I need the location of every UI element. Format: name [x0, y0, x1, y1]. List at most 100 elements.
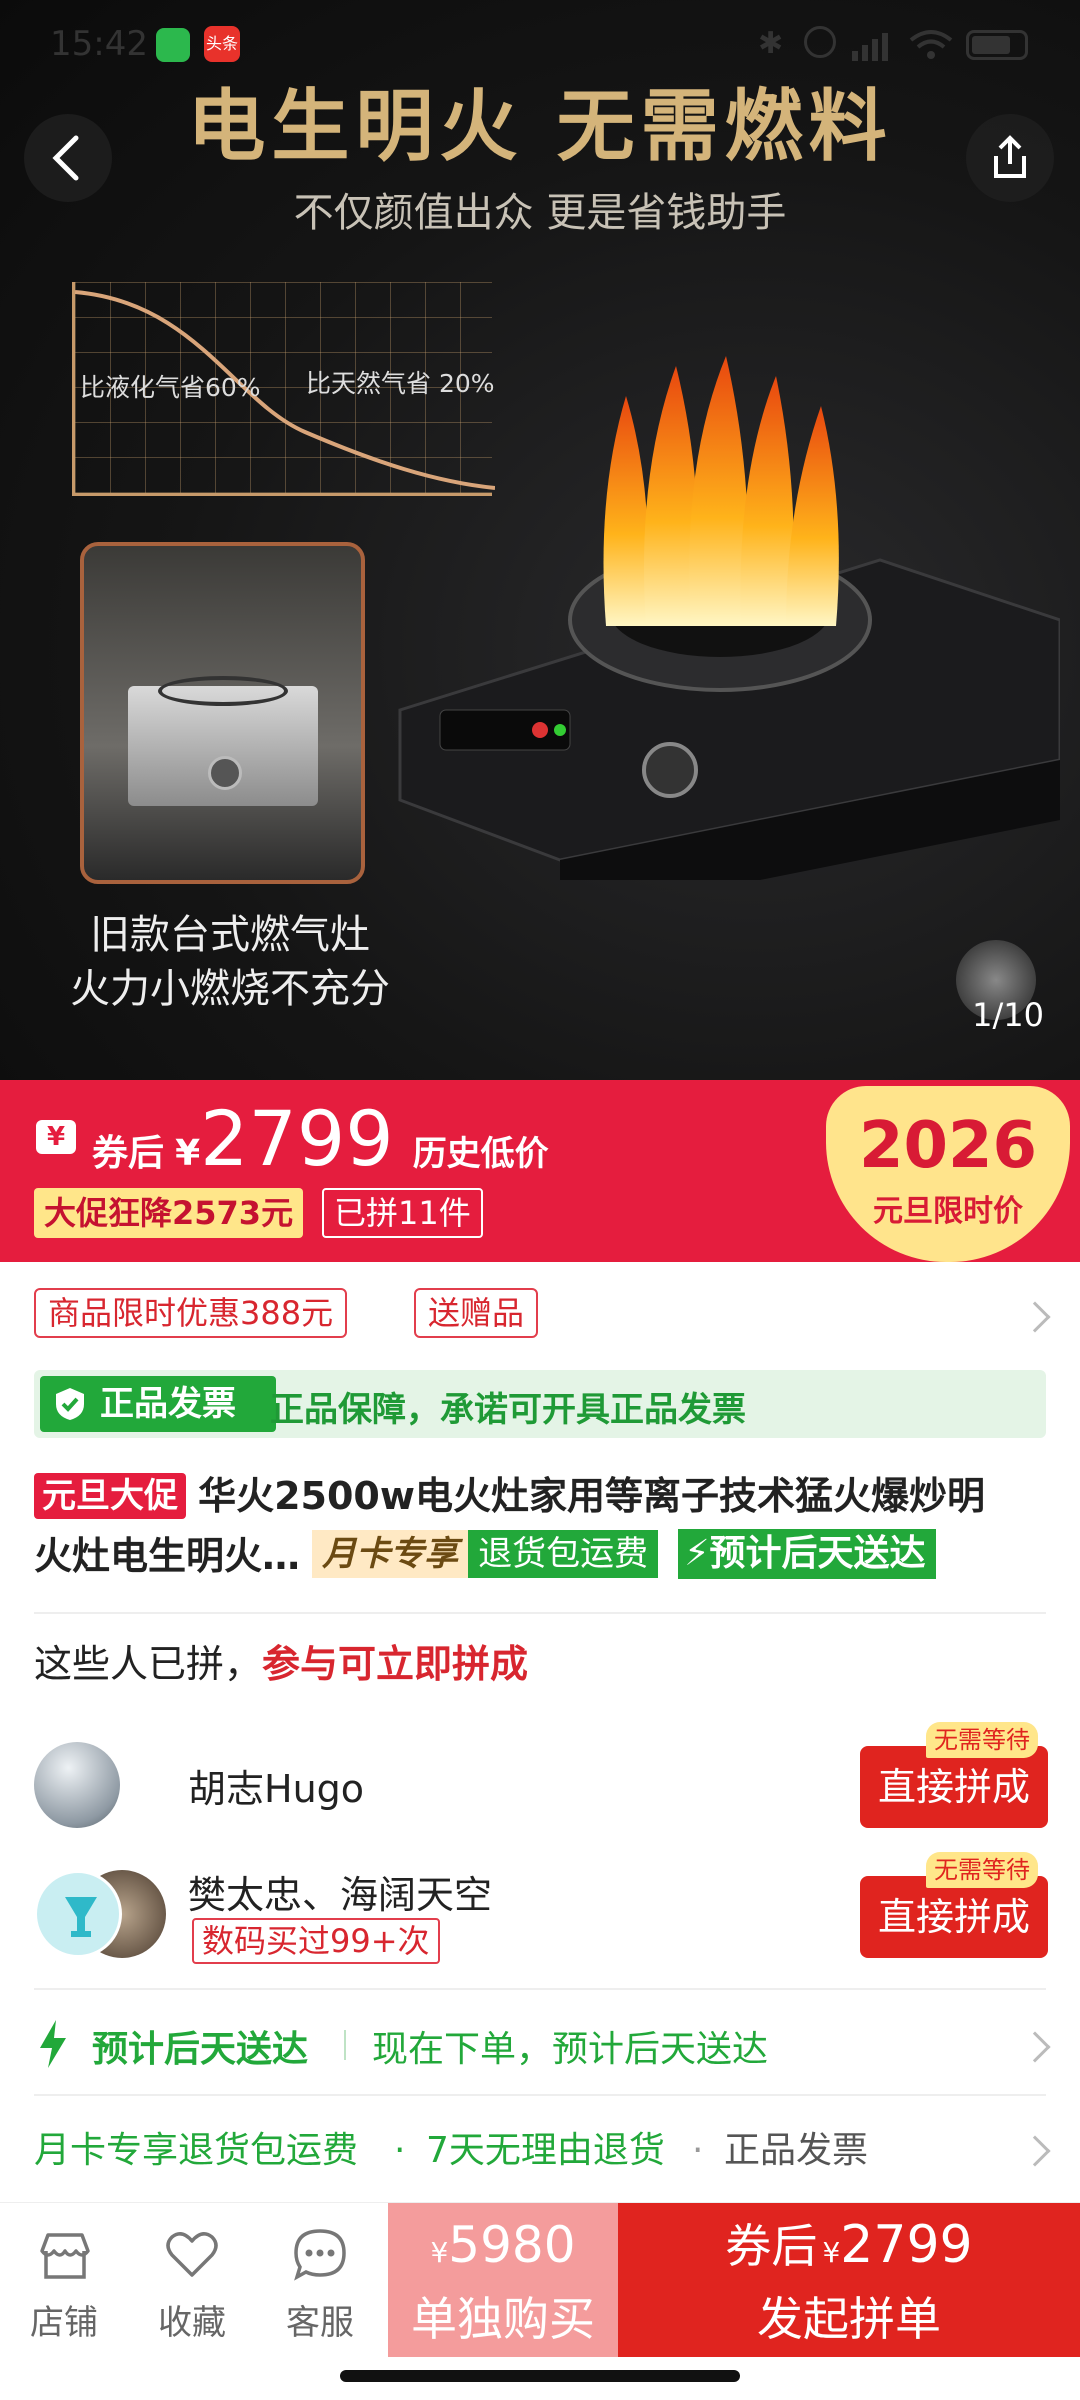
cup-icon	[65, 1897, 97, 1937]
old-stove-image	[80, 542, 365, 884]
bottom-action-bar: 店铺 收藏 客服 ¥5980 单独购买 券后 ¥2799 发起拼单	[0, 2202, 1080, 2357]
delivery-detail: 现在下单，预计后天送达	[372, 2029, 769, 2070]
group-heading-text: 这些人已拼，	[34, 1642, 263, 1686]
price-suffix: 历史低价	[412, 1134, 549, 1174]
authentic-text: 正品保障，承诺可开具正品发票	[270, 1390, 746, 1430]
bluetooth-icon: ✱	[758, 26, 784, 61]
service-free-return: 月卡专享退货包运费	[34, 2130, 359, 2171]
customer-service-tab[interactable]: 客服	[256, 2203, 384, 2357]
favorite-label: 收藏	[158, 2303, 226, 2343]
dot-separator: ·	[692, 2130, 704, 2171]
flame-graphic	[586, 356, 856, 636]
group-count-tag: 已拼11件	[322, 1188, 483, 1238]
divider	[34, 1988, 1046, 1990]
chevron-right-icon	[1019, 1301, 1051, 1333]
price-currency: ¥	[175, 1133, 201, 1174]
product-title-line2: 火灶电生明火… 月卡专享 退货包运费 ⚡预计后天送达	[34, 1526, 1054, 1586]
store-label: 店铺	[30, 2303, 98, 2343]
share-button[interactable]	[966, 114, 1054, 202]
group-currency: ¥	[822, 2236, 841, 2269]
lightning-icon	[40, 2020, 66, 2068]
security-app-icon	[156, 28, 190, 62]
price-prefix: 券后	[92, 1133, 165, 1174]
wifi-icon	[908, 28, 954, 62]
group-user-name: 樊太忠、海阔天空	[188, 1873, 493, 1917]
status-time: 15:42	[50, 24, 148, 64]
toutiao-app-icon: 头条	[204, 26, 240, 62]
offers-row[interactable]: 商品限时优惠388元 送赠品	[0, 1280, 1080, 1352]
page-indicator: 1/10	[972, 996, 1044, 1034]
separator	[344, 2030, 346, 2060]
new-year-promo-badge: 元旦大促	[34, 1473, 186, 1519]
single-currency: ¥	[430, 2236, 449, 2269]
no-wait-badge: 无需等待	[926, 1852, 1038, 1888]
old-stove-caption-2: 火力小燃烧不充分	[70, 966, 390, 1012]
lightning-icon: ⚡	[684, 1533, 710, 1574]
chat-icon	[294, 2229, 346, 2281]
single-price: 5980	[448, 2216, 576, 2274]
dot-separator: ·	[394, 2130, 406, 2171]
store-tab[interactable]: 店铺	[0, 2203, 128, 2357]
free-return-tag: 退货包运费	[468, 1530, 659, 1578]
hero-title: 电生明火 无需燃料	[187, 82, 893, 172]
customer-service-label: 客服	[286, 2303, 354, 2343]
store-icon	[40, 2233, 90, 2279]
delivery-tag: ⚡预计后天送达	[678, 1529, 936, 1579]
group-row[interactable]: 胡志Hugo 直接拼成 无需等待	[0, 1722, 1080, 1840]
authentic-guarantee-bar: 正品发票 正品保障，承诺可开具正品发票	[34, 1370, 1046, 1438]
group-row[interactable]: 樊太忠、海阔天空 数码买过99+次 直接拼成 无需等待	[0, 1852, 1080, 1976]
share-icon	[994, 135, 1026, 178]
delivery-row[interactable]: 预计后天送达 现在下单，预计后天送达	[0, 2010, 1080, 2080]
favorite-tab[interactable]: 收藏	[128, 2203, 256, 2357]
start-group-buy-button[interactable]: 券后 ¥2799 发起拼单	[618, 2203, 1080, 2357]
group-heading-highlight: 参与可立即拼成	[262, 1642, 529, 1686]
single-label: 单独购买	[411, 2292, 595, 2346]
back-arrow-icon	[52, 135, 79, 181]
battery-icon	[966, 30, 1028, 60]
service-invoice: 正品发票	[724, 2130, 869, 2171]
divider	[34, 1612, 1046, 1614]
home-indicator[interactable]	[340, 2370, 740, 2382]
chart-label-gas: 比天然气省 20%	[306, 369, 495, 398]
group-user-name: 胡志Hugo	[188, 1767, 365, 1811]
chevron-right-icon	[1019, 2135, 1051, 2167]
signal-icon	[852, 30, 892, 61]
buy-single-button[interactable]: ¥5980 单独购买	[388, 2203, 618, 2357]
delivery-label: 预计后天送达	[92, 2029, 309, 2070]
avatar	[34, 1742, 120, 1828]
promo-drop-tag: 大促狂降2573元	[34, 1188, 304, 1238]
discount-chip: 商品限时优惠388元	[34, 1288, 348, 1338]
hero-subtitle: 不仅颜值出众 更是省钱助手	[293, 190, 787, 236]
product-title-line1: 元旦大促 华火2500w电火灶家用等离子技术猛火爆炒明	[34, 1466, 1054, 1526]
product-image-carousel[interactable]: 15:42 头条 ✱ 电生明火 无需燃料 不仅颜值出众 更是省钱助手 比液化气省…	[0, 0, 1080, 1080]
member-tag: 月卡专享	[312, 1530, 469, 1578]
purchase-history-tag: 数码买过99+次	[192, 1918, 440, 1964]
avatar	[34, 1870, 122, 1958]
back-button[interactable]	[24, 114, 112, 202]
heart-icon	[166, 2232, 218, 2277]
join-group-button[interactable]: 直接拼成	[860, 1746, 1048, 1828]
product-title-text: 华火2500w电火灶家用等离子技术猛火爆炒明	[198, 1474, 985, 1518]
chevron-right-icon	[1019, 2031, 1051, 2063]
coupon-price: 券后 ¥2799 历史低价	[92, 1094, 549, 1183]
event-year: 2026	[858, 1109, 1038, 1183]
join-group-button[interactable]: 直接拼成	[860, 1876, 1048, 1958]
services-row[interactable]: 月卡专享退货包运费 · 7天无理由退货 · 正品发票	[0, 2116, 1080, 2186]
price-amount: 2799	[200, 1094, 394, 1183]
authentic-badge: 正品发票	[40, 1376, 276, 1432]
group-heading: 这些人已拼，参与可立即拼成	[34, 1636, 528, 1692]
shield-check-icon	[56, 1388, 84, 1420]
authentic-badge-label: 正品发票	[100, 1384, 236, 1424]
product-title-text-2: 火灶电生明火…	[34, 1534, 301, 1578]
group-label: 发起拼单	[757, 2292, 941, 2346]
group-price-prefix: 券后	[725, 2219, 818, 2273]
gift-chip: 送赠品	[414, 1288, 539, 1338]
no-wait-badge: 无需等待	[926, 1722, 1038, 1758]
event-label: 元旦限时价	[873, 1194, 1023, 1229]
old-stove-caption-1: 旧款台式燃气灶	[90, 912, 370, 958]
service-7day-return: 7天无理由退货	[426, 2130, 665, 2171]
alarm-icon	[804, 26, 836, 58]
divider	[34, 2094, 1046, 2096]
chart-label-lpg: 比液化气省60%	[80, 373, 261, 402]
coupon-icon: ¥	[36, 1120, 76, 1154]
